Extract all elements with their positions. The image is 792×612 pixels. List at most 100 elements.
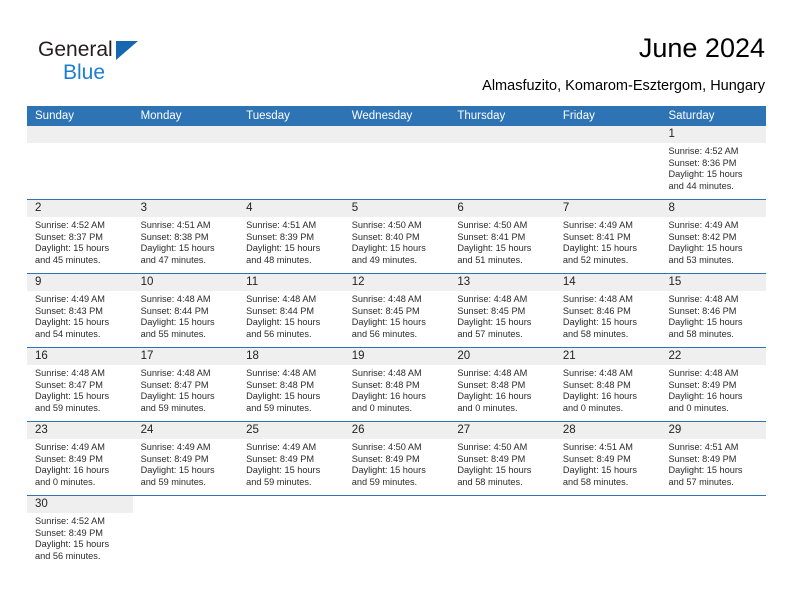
sunset-text: Sunset: 8:44 PM bbox=[140, 305, 209, 316]
calendar-day-cell[interactable]: 30 Sunrise: 4:52 AM Sunset: 8:49 PM Dayligh… bbox=[27, 496, 133, 572]
daylight-text: Daylight: 15 hours bbox=[35, 391, 110, 402]
daylight-text: and 48 minutes. bbox=[246, 254, 312, 265]
daylight-text: Daylight: 15 hours bbox=[668, 169, 743, 180]
calendar-day-cell[interactable]: 28 Sunrise: 4:51 AM Sunset: 8:49 PM Dayligh… bbox=[554, 422, 661, 495]
general-blue-logo[interactable]: General Blue bbox=[38, 38, 168, 90]
page-title: June 2024 bbox=[638, 33, 765, 63]
calendar-day-cell[interactable]: 13 Sunrise: 4:48 AM Sunset: 8:45 PM Dayligh… bbox=[449, 274, 555, 347]
calendar-day-cell[interactable]: 5 Sunrise: 4:50 AM Sunset: 8:40 PM Daylight… bbox=[343, 200, 450, 273]
daylight-text: and 51 minutes. bbox=[457, 254, 523, 265]
day-number: 6 bbox=[449, 200, 555, 217]
calendar-day-cell[interactable]: 15 Sunrise: 4:48 AM Sunset: 8:46 PM Dayligh… bbox=[660, 274, 767, 347]
calendar-empty-cell bbox=[449, 126, 555, 199]
calendar-empty-cell bbox=[133, 496, 239, 572]
sunrise-text: Sunrise: 4:49 AM bbox=[246, 442, 317, 452]
daylight-text: Daylight: 15 hours bbox=[668, 317, 743, 328]
daylight-text: Daylight: 15 hours bbox=[668, 243, 743, 254]
calendar-day-cell[interactable]: 8 Sunrise: 4:49 AM Sunset: 8:42 PM Daylight… bbox=[660, 200, 767, 273]
sunrise-text: Sunrise: 4:48 AM bbox=[140, 294, 211, 304]
calendar-day-cell[interactable]: 6 Sunrise: 4:50 AM Sunset: 8:41 PM Daylight… bbox=[449, 200, 555, 273]
sun-info: Sunrise: 4:49 AM Sunset: 8:49 PM Daylight:… bbox=[133, 439, 239, 488]
calendar-day-cell[interactable]: 29 Sunrise: 4:51 AM Sunset: 8:49 PM Dayligh… bbox=[660, 422, 767, 495]
daylight-text: and 57 minutes. bbox=[668, 476, 734, 487]
sunset-text: Sunset: 8:43 PM bbox=[35, 305, 103, 316]
day-number bbox=[132, 126, 239, 143]
sunrise-text: Sunrise: 4:50 AM bbox=[457, 220, 528, 230]
calendar-day-cell[interactable]: 24 Sunrise: 4:49 AM Sunset: 8:49 PM Dayligh… bbox=[132, 422, 239, 495]
sunset-text: Sunset: 8:41 PM bbox=[457, 231, 526, 242]
day-number: 2 bbox=[27, 200, 133, 217]
daylight-text: and 45 minutes. bbox=[35, 254, 101, 265]
sunset-text: Sunset: 8:40 PM bbox=[351, 231, 420, 242]
calendar-day-cell[interactable]: 1 Sunrise: 4:52 AM Sunset: 8:36 PM Daylight… bbox=[660, 126, 767, 199]
calendar-day-cell[interactable]: 16 Sunrise: 4:48 AM Sunset: 8:47 PM Dayligh… bbox=[27, 348, 133, 421]
calendar-page: General Blue June 2024 Almasfuzito, Koma… bbox=[0, 0, 792, 612]
sunset-text: Sunset: 8:48 PM bbox=[246, 379, 315, 390]
daylight-text: Daylight: 16 hours bbox=[562, 391, 637, 402]
calendar-day-cell[interactable]: 7 Sunrise: 4:49 AM Sunset: 8:41 PM Daylight… bbox=[554, 200, 661, 273]
sun-info: Sunrise: 4:52 AM Sunset: 8:36 PM Daylight:… bbox=[660, 143, 766, 192]
day-number: 10 bbox=[132, 274, 239, 291]
sunrise-text: Sunrise: 4:49 AM bbox=[140, 442, 211, 452]
calendar-day-cell[interactable]: 18 Sunrise: 4:48 AM Sunset: 8:48 PM Dayligh… bbox=[238, 348, 344, 421]
calendar-day-cell[interactable]: 23 Sunrise: 4:49 AM Sunset: 8:49 PM Dayligh… bbox=[27, 422, 133, 495]
sun-info: Sunrise: 4:50 AM Sunset: 8:49 PM Daylight:… bbox=[344, 439, 450, 488]
sunset-text: Sunset: 8:49 PM bbox=[351, 453, 420, 464]
calendar-day-cell[interactable]: 4 Sunrise: 4:51 AM Sunset: 8:39 PM Daylight… bbox=[238, 200, 344, 273]
sunrise-text: Sunrise: 4:50 AM bbox=[351, 442, 422, 452]
calendar-day-cell[interactable]: 25 Sunrise: 4:49 AM Sunset: 8:49 PM Dayligh… bbox=[238, 422, 344, 495]
sunset-text: Sunset: 8:48 PM bbox=[351, 379, 420, 390]
sunset-text: Sunset: 8:44 PM bbox=[246, 305, 315, 316]
day-number: 16 bbox=[27, 348, 133, 365]
daylight-text: and 47 minutes. bbox=[140, 254, 206, 265]
daylight-text: and 58 minutes. bbox=[668, 328, 734, 339]
calendar-day-cell[interactable]: 22 Sunrise: 4:48 AM Sunset: 8:49 PM Dayligh… bbox=[660, 348, 767, 421]
sunset-text: Sunset: 8:39 PM bbox=[246, 231, 315, 242]
logo-text-general: General bbox=[38, 38, 113, 61]
sunrise-text: Sunrise: 4:49 AM bbox=[668, 220, 739, 230]
calendar-day-cell[interactable]: 3 Sunrise: 4:51 AM Sunset: 8:38 PM Daylight… bbox=[132, 200, 239, 273]
daylight-text: Daylight: 15 hours bbox=[457, 243, 532, 254]
daylight-text: and 0 minutes. bbox=[457, 402, 518, 413]
calendar-day-cell[interactable]: 21 Sunrise: 4:48 AM Sunset: 8:48 PM Dayligh… bbox=[554, 348, 661, 421]
calendar-day-cell[interactable]: 14 Sunrise: 4:48 AM Sunset: 8:46 PM Dayligh… bbox=[554, 274, 661, 347]
sunrise-text: Sunrise: 4:51 AM bbox=[668, 442, 739, 452]
calendar-day-cell[interactable]: 27 Sunrise: 4:50 AM Sunset: 8:49 PM Dayligh… bbox=[449, 422, 555, 495]
calendar-day-cell[interactable]: 11 Sunrise: 4:48 AM Sunset: 8:44 PM Dayligh… bbox=[238, 274, 344, 347]
day-number: 30 bbox=[27, 496, 133, 513]
daylight-text: and 59 minutes. bbox=[351, 476, 418, 487]
daylight-text: and 59 minutes. bbox=[246, 476, 312, 487]
sunset-text: Sunset: 8:42 PM bbox=[668, 231, 737, 242]
calendar-day-cell[interactable]: 9 Sunrise: 4:49 AM Sunset: 8:43 PM Daylight… bbox=[27, 274, 133, 347]
day-number: 9 bbox=[27, 274, 133, 291]
day-number: 3 bbox=[132, 200, 239, 217]
sunrise-text: Sunrise: 4:48 AM bbox=[351, 368, 422, 378]
daylight-text: and 56 minutes. bbox=[246, 328, 312, 339]
day-number bbox=[238, 496, 344, 513]
day-number: 11 bbox=[238, 274, 344, 291]
page-subtitle-location: Almasfuzito, Komarom-Esztergom, Hungary bbox=[482, 78, 765, 94]
daylight-text: and 54 minutes. bbox=[35, 328, 101, 339]
calendar-column-header-tuesday: Tuesday bbox=[246, 110, 290, 122]
calendar-day-cell[interactable]: 26 Sunrise: 4:50 AM Sunset: 8:49 PM Dayligh… bbox=[343, 422, 450, 495]
sunrise-text: Sunrise: 4:52 AM bbox=[35, 516, 105, 526]
sunset-text: Sunset: 8:49 PM bbox=[35, 527, 103, 538]
calendar-day-cell[interactable]: 12 Sunrise: 4:48 AM Sunset: 8:45 PM Dayligh… bbox=[343, 274, 450, 347]
day-number: 19 bbox=[343, 348, 450, 365]
calendar-day-cell[interactable]: 17 Sunrise: 4:48 AM Sunset: 8:47 PM Dayligh… bbox=[132, 348, 239, 421]
daylight-text: Daylight: 15 hours bbox=[246, 243, 321, 254]
day-number: 29 bbox=[660, 422, 767, 439]
calendar-week-row: 2 Sunrise: 4:52 AM Sunset: 8:37 PM Daylight… bbox=[27, 200, 767, 274]
calendar-day-cell[interactable]: 19 Sunrise: 4:48 AM Sunset: 8:48 PM Dayligh… bbox=[343, 348, 450, 421]
sunset-text: Sunset: 8:41 PM bbox=[562, 231, 631, 242]
calendar-empty-cell bbox=[554, 126, 661, 199]
calendar-day-cell[interactable]: 10 Sunrise: 4:48 AM Sunset: 8:44 PM Dayligh… bbox=[132, 274, 239, 347]
calendar-day-cell[interactable]: 20 Sunrise: 4:48 AM Sunset: 8:48 PM Dayligh… bbox=[449, 348, 555, 421]
daylight-text: and 0 minutes. bbox=[351, 402, 413, 413]
sunrise-text: Sunrise: 4:50 AM bbox=[457, 442, 528, 452]
calendar-week-row: 23 Sunrise: 4:49 AM Sunset: 8:49 PM Dayligh… bbox=[27, 422, 767, 496]
daylight-text: and 58 minutes. bbox=[562, 476, 629, 487]
calendar-day-cell[interactable]: 2 Sunrise: 4:52 AM Sunset: 8:37 PM Daylight… bbox=[27, 200, 133, 273]
day-number bbox=[133, 496, 239, 513]
daylight-text: Daylight: 15 hours bbox=[246, 391, 321, 402]
